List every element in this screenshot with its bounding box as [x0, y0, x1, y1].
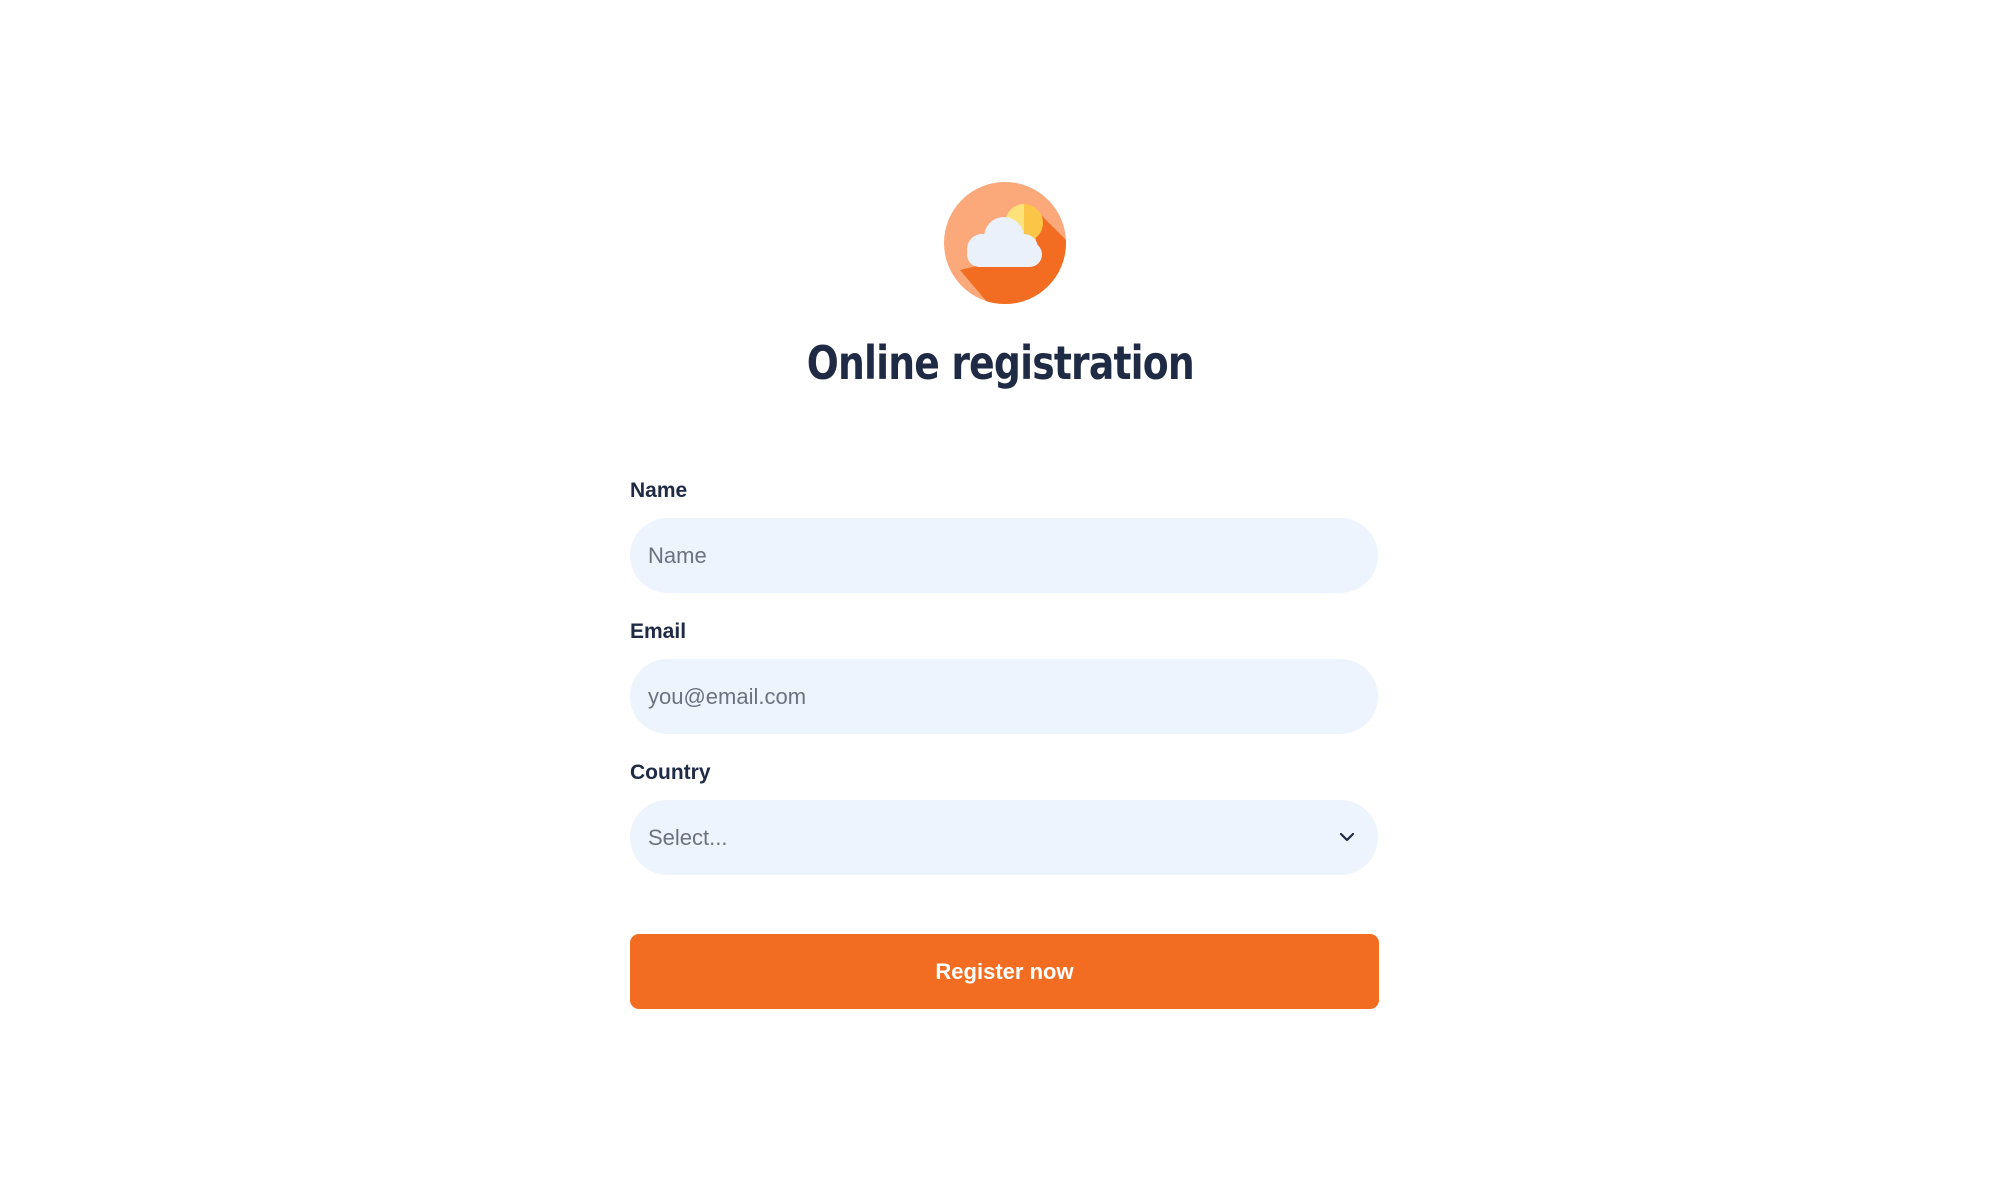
- page-title: Online registration: [806, 336, 1195, 390]
- name-field-group: Name: [630, 478, 1378, 593]
- country-field-group: Country Select...: [630, 760, 1378, 875]
- name-label: Name: [630, 479, 688, 502]
- email-field-group: Email: [630, 619, 1378, 734]
- country-select-value: Select...: [648, 825, 728, 850]
- email-input[interactable]: [630, 659, 1378, 734]
- registration-form: Name Email Country Select...: [630, 478, 1378, 875]
- name-input-wrap: [630, 518, 1378, 593]
- country-label: Country: [630, 761, 711, 784]
- registration-page: Online registration Name Email Country S…: [0, 0, 2000, 1190]
- country-select[interactable]: Select...: [630, 800, 1378, 875]
- email-label: Email: [630, 620, 687, 643]
- register-button[interactable]: Register now: [630, 934, 1379, 1009]
- email-input-wrap: [630, 659, 1378, 734]
- chevron-down-icon: [1338, 828, 1356, 846]
- name-input[interactable]: [630, 518, 1378, 593]
- cloud-sun-icon: [944, 182, 1066, 304]
- country-select-wrap: Select...: [630, 800, 1378, 875]
